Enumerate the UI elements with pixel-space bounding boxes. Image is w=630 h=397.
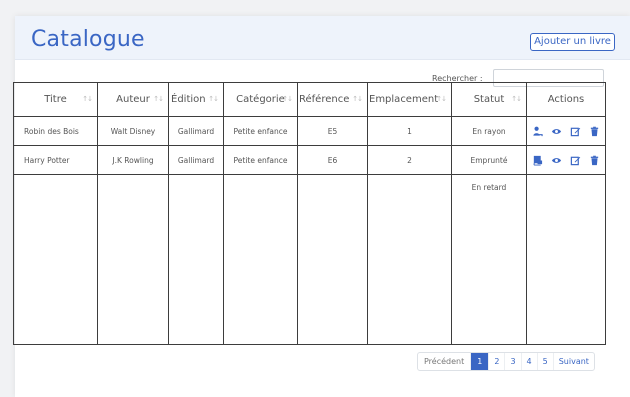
add-book-button[interactable]: Ajouter un livre — [530, 33, 615, 51]
column-header-categorie[interactable]: Catégorie ↑↓ — [223, 82, 298, 117]
column-header-emplacement[interactable]: Emplacement ↑↓ — [367, 82, 452, 117]
sort-icon[interactable]: ↑↓ — [436, 95, 447, 103]
cell-auteur: J.K Rowling — [97, 145, 169, 175]
cell-statut: En retard — [451, 174, 527, 345]
sort-icon[interactable]: ↑↓ — [282, 95, 293, 103]
cell-actions — [526, 145, 606, 175]
pagination-prev[interactable]: Précédent — [418, 353, 472, 370]
cell-empty — [223, 174, 298, 345]
cell-empty — [168, 174, 224, 345]
table-row: En retard — [13, 174, 606, 345]
table-row: Robin des Bois Walt Disney Gallimard Pet… — [13, 116, 606, 146]
trash-icon[interactable] — [589, 126, 600, 137]
cell-statut: En rayon — [451, 116, 527, 146]
pagination-page-2[interactable]: 2 — [489, 353, 506, 370]
sort-icon[interactable]: ↑↓ — [208, 95, 219, 103]
status-option-late: En retard — [471, 183, 507, 192]
cell-categorie: Petite enfance — [223, 145, 298, 175]
cell-empty — [13, 174, 98, 345]
cell-categorie: Petite enfance — [223, 116, 298, 146]
sort-icon[interactable]: ↑↓ — [511, 95, 522, 103]
table-header-row: Titre ↑↓ Auteur ↑↓ Édition ↑↓ Catégorie ↑↓ R… — [13, 82, 606, 117]
cell-auteur: Walt Disney — [97, 116, 169, 146]
cell-reference: E6 — [297, 145, 368, 175]
eye-icon[interactable] — [551, 155, 562, 166]
book-icon[interactable] — [532, 155, 543, 166]
pagination-page-5[interactable]: 5 — [538, 353, 554, 370]
pagination-page-1[interactable]: 1 — [471, 353, 490, 370]
cell-empty — [367, 174, 452, 345]
person-return-icon[interactable] — [532, 126, 543, 137]
sort-icon[interactable]: ↑↓ — [82, 95, 93, 103]
cell-empty — [526, 174, 606, 345]
pagination-next[interactable]: Suivant — [554, 353, 594, 370]
cell-titre: Harry Potter — [13, 145, 98, 175]
column-header-actions: Actions — [526, 82, 606, 117]
cell-empty — [297, 174, 368, 345]
eye-icon[interactable] — [551, 126, 562, 137]
pagination-page-3[interactable]: 3 — [505, 353, 522, 370]
pagination-page-4[interactable]: 4 — [522, 353, 538, 370]
edit-icon[interactable] — [570, 155, 581, 166]
column-header-edition[interactable]: Édition ↑↓ — [168, 82, 224, 117]
sort-icon[interactable]: ↑↓ — [153, 95, 164, 103]
cell-emplacement: 2 — [367, 145, 452, 175]
table-row: Harry Potter J.K Rowling Gallimard Petit… — [13, 145, 606, 175]
cell-actions — [526, 116, 606, 146]
column-header-reference[interactable]: Référence ↑↓ — [297, 82, 368, 117]
sort-icon[interactable]: ↑↓ — [352, 95, 363, 103]
page-title: Catalogue — [31, 27, 145, 52]
column-header-titre[interactable]: Titre ↑↓ — [13, 82, 98, 117]
pagination: Précédent 1 2 3 4 5 Suivant — [417, 352, 595, 371]
card-header: Catalogue Ajouter un livre — [15, 16, 630, 60]
edit-icon[interactable] — [570, 126, 581, 137]
cell-emplacement: 1 — [367, 116, 452, 146]
cell-edition: Gallimard — [168, 145, 224, 175]
trash-icon[interactable] — [589, 155, 600, 166]
column-header-auteur[interactable]: Auteur ↑↓ — [97, 82, 169, 117]
cell-statut: Emprunté — [451, 145, 527, 175]
cell-empty — [97, 174, 169, 345]
cell-titre: Robin des Bois — [13, 116, 98, 146]
cell-reference: E5 — [297, 116, 368, 146]
cell-edition: Gallimard — [168, 116, 224, 146]
catalogue-table: Titre ↑↓ Auteur ↑↓ Édition ↑↓ Catégorie ↑↓ R… — [13, 82, 606, 345]
column-header-statut[interactable]: Statut ↑↓ — [451, 82, 527, 117]
